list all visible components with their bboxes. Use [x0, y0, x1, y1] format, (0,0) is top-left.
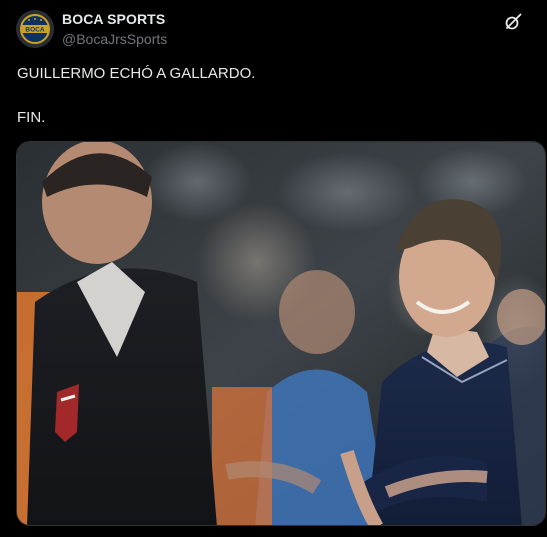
tweet-text-line-2: FIN. — [17, 109, 46, 126]
tweet-text-line-1: GUILLERMO ECHÓ A GALLARDO. — [17, 65, 256, 82]
grok-icon[interactable] — [503, 12, 523, 32]
avatar-text: BOCA — [25, 27, 44, 34]
avatar[interactable]: BOCA — [16, 10, 54, 48]
tweet-photo[interactable] — [16, 141, 546, 526]
display-name[interactable]: BOCA SPORTS — [62, 11, 165, 27]
user-handle[interactable]: @BocaJrsSports — [62, 31, 167, 47]
tweet-card: BOCA BOCA SPORTS @BocaJrsSports GUILLERM… — [0, 0, 547, 537]
boca-sports-logo: BOCA — [16, 10, 54, 48]
